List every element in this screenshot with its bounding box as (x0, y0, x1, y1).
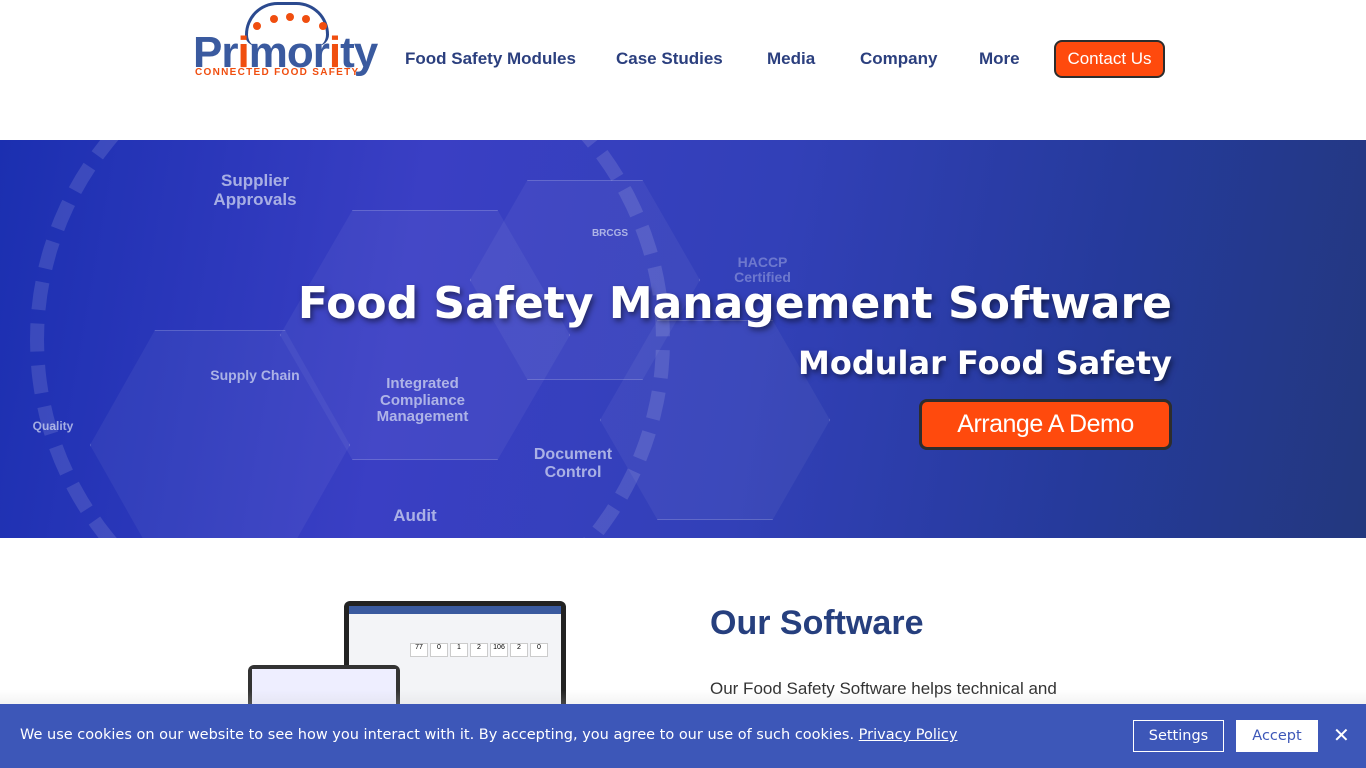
nav-media[interactable]: Media (767, 49, 815, 69)
close-icon[interactable]: ✕ (1333, 724, 1350, 746)
bg-label-brcgs: BRCGS (591, 228, 629, 239)
site-header: Primority CONNECTED FOOD SAFETY Food Saf… (0, 0, 1366, 140)
cookie-accept-button[interactable]: Accept (1236, 720, 1318, 752)
contact-us-button[interactable]: Contact Us (1054, 40, 1165, 78)
section-title: Our Software (710, 604, 924, 642)
bg-label-document-control: Document Control (533, 446, 613, 481)
bg-label-quality: Quality (32, 419, 74, 433)
nav-company[interactable]: Company (860, 49, 937, 69)
bg-label-audit: Audit (393, 506, 437, 525)
cookie-settings-button[interactable]: Settings (1133, 720, 1224, 752)
hero-subtitle: Modular Food Safety (798, 344, 1172, 382)
cookie-message: We use cookies on our website to see how… (20, 727, 958, 743)
bg-label-supply-chain: Supply Chain (210, 367, 300, 383)
nav-food-safety-modules[interactable]: Food Safety Modules (405, 49, 576, 69)
bg-label-integrated-compliance: Integrated Compliance Management (376, 375, 469, 425)
hero-title: Food Safety Management Software (297, 278, 1172, 329)
bg-label-supplier-approvals: Supplier Approvals (213, 171, 297, 209)
privacy-policy-link[interactable]: Privacy Policy (859, 727, 958, 743)
nav-more[interactable]: More (979, 49, 1020, 69)
nav-case-studies[interactable]: Case Studies (616, 49, 723, 69)
hero-banner: Supplier Approvals Supply Chain Integrat… (0, 140, 1366, 538)
arrange-demo-button[interactable]: Arrange A Demo (919, 399, 1172, 450)
primority-logo[interactable]: Primority CONNECTED FOOD SAFETY (193, 0, 383, 82)
logo-tagline: CONNECTED FOOD SAFETY (195, 67, 360, 78)
cookie-banner: We use cookies on our website to see how… (0, 704, 1366, 768)
